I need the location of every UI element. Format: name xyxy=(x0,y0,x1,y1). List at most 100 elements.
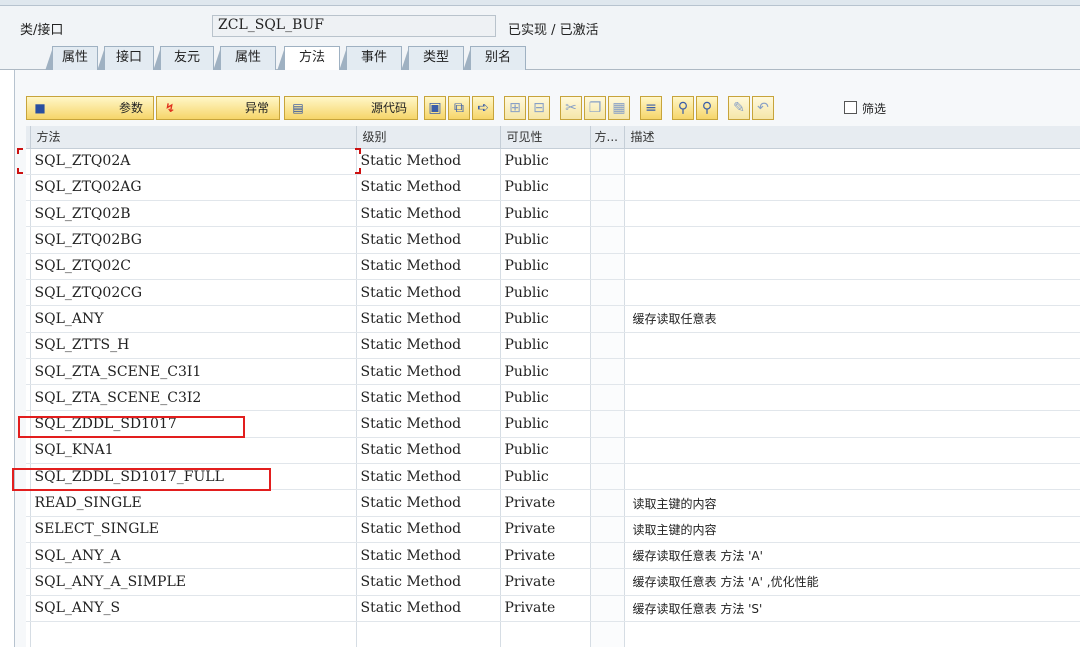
table-row[interactable]: SQL_ANY_A_SIMPLE Static Method Private 缓存读取… xyxy=(26,568,1080,596)
tab-methods[interactable]: 方法 xyxy=(277,46,340,71)
settings-icon[interactable]: ✎ xyxy=(728,96,750,120)
description-cell[interactable]: 缓存读取任意表 xyxy=(624,305,1080,333)
visibility-cell[interactable]: Private xyxy=(500,516,591,543)
source-code-button[interactable]: ▤ 源代码 xyxy=(284,96,418,120)
method-cell[interactable]: SQL_ZTA_SCENE_C3I2 xyxy=(30,384,357,412)
table-row[interactable]: SQL_KNA1 Static Method Public xyxy=(26,437,1080,465)
method-cell[interactable]: SQL_ZTQ02B xyxy=(30,200,357,228)
description-cell[interactable] xyxy=(624,200,1080,228)
method-cell[interactable]: SQL_ZDDL_SD1017 xyxy=(30,410,357,438)
method-cell[interactable]: SQL_ZTQ02A xyxy=(30,148,357,175)
find-next-icon[interactable]: ⚲ xyxy=(696,96,718,120)
level-cell[interactable]: Static Method xyxy=(356,384,501,412)
visibility-cell[interactable]: Public xyxy=(500,410,591,438)
navigate-icon[interactable]: ➪ xyxy=(472,96,494,120)
delete-row-icon[interactable]: ⊟ xyxy=(528,96,550,120)
table-row[interactable]: SQL_ZTQ02BG Static Method Public xyxy=(26,226,1080,254)
class-name-field[interactable]: ZCL_SQL_BUF xyxy=(212,15,496,37)
level-cell[interactable]: Static Method xyxy=(356,595,501,622)
method-cell[interactable]: SQL_ZTQ02BG xyxy=(30,226,357,254)
visibility-cell[interactable]: Private xyxy=(500,542,591,570)
level-cell[interactable]: Static Method xyxy=(356,305,501,333)
description-cell[interactable] xyxy=(624,384,1080,412)
visibility-cell[interactable]: Private xyxy=(500,595,591,622)
filter-checkbox[interactable] xyxy=(844,101,857,114)
description-cell[interactable] xyxy=(624,148,1080,175)
method-cell[interactable]: SQL_ANY_A_SIMPLE xyxy=(30,568,357,596)
method-cell[interactable]: SQL_ZTQ02AG xyxy=(30,174,357,202)
table-row[interactable]: SQL_ANY_S Static Method Private 缓存读取任意表 方法 … xyxy=(26,595,1080,622)
copy-object-icon[interactable]: ⧉ xyxy=(448,96,470,120)
table-row[interactable]: SQL_ZTQ02A Static Method Public xyxy=(26,148,1080,175)
find-icon[interactable]: ⚲ xyxy=(672,96,694,120)
table-row[interactable]: SQL_ZTQ02B Static Method Public xyxy=(26,200,1080,228)
level-cell[interactable]: Static Method xyxy=(356,332,501,359)
insert-row-icon[interactable]: ⊞ xyxy=(504,96,526,120)
visibility-cell[interactable]: Private xyxy=(500,489,591,517)
level-cell[interactable]: Static Method xyxy=(356,542,501,570)
visibility-cell[interactable]: Public xyxy=(500,437,591,465)
method-cell[interactable]: SQL_ZTQ02CG xyxy=(30,279,357,307)
method-cell[interactable]: SQL_ANY xyxy=(30,305,357,333)
method-cell[interactable]: SQL_ANY_S xyxy=(30,595,357,622)
level-cell[interactable]: Static Method xyxy=(356,253,501,280)
description-cell[interactable] xyxy=(624,410,1080,438)
column-header-method[interactable]: 方法 xyxy=(30,126,357,149)
tab-interfaces[interactable]: 接口 xyxy=(97,46,154,71)
undo-icon[interactable]: ↶ xyxy=(752,96,774,120)
visibility-cell[interactable]: Public xyxy=(500,358,591,386)
exceptions-button[interactable]: ↯ 异常 xyxy=(156,96,280,120)
level-cell[interactable]: Static Method xyxy=(356,174,501,202)
method-cell[interactable]: SQL_KNA1 xyxy=(30,437,357,465)
description-cell[interactable] xyxy=(624,358,1080,386)
tab-properties[interactable]: 属性 xyxy=(45,46,98,71)
level-cell[interactable]: Static Method xyxy=(356,568,501,596)
visibility-cell[interactable]: Public xyxy=(500,148,591,175)
description-cell[interactable]: 缓存读取任意表 方法 'A' ,优化性能 xyxy=(624,568,1080,596)
level-cell[interactable]: Static Method xyxy=(356,148,501,175)
level-cell[interactable]: Static Method xyxy=(356,489,501,517)
table-row[interactable]: SQL_ANY_A Static Method Private 缓存读取任意表 方法 … xyxy=(26,542,1080,570)
column-header-visibility[interactable]: 可见性 xyxy=(500,126,591,149)
level-cell[interactable]: Static Method xyxy=(356,516,501,543)
table-row[interactable]: SQL_ZTA_SCENE_C3I2 Static Method Public xyxy=(26,384,1080,412)
copy-icon[interactable]: ❐ xyxy=(584,96,606,120)
table-row[interactable]: SQL_ZTTS_H Static Method Public xyxy=(26,332,1080,359)
method-cell[interactable]: SQL_ZTQ02C xyxy=(30,253,357,280)
method-cell[interactable]: SQL_ZTTS_H xyxy=(30,332,357,359)
description-cell[interactable] xyxy=(624,253,1080,280)
description-cell[interactable]: 缓存读取任意表 方法 'A' xyxy=(624,542,1080,570)
visibility-cell[interactable]: Public xyxy=(500,384,591,412)
table-row[interactable]: SQL_ZTA_SCENE_C3I1 Static Method Public xyxy=(26,358,1080,386)
tab-attributes[interactable]: 属性 xyxy=(213,46,276,71)
level-cell[interactable]: Static Method xyxy=(356,358,501,386)
visibility-cell[interactable]: Private xyxy=(500,568,591,596)
table-row[interactable]: SQL_ZDDL_SD1017 Static Method Public xyxy=(26,410,1080,438)
paste-icon[interactable]: ▦ xyxy=(608,96,630,120)
table-row[interactable]: SQL_ZTQ02C Static Method Public xyxy=(26,253,1080,280)
method-cell[interactable]: SELECT_SINGLE xyxy=(30,516,357,543)
description-cell[interactable] xyxy=(624,226,1080,254)
detail-view-icon[interactable]: ▣ xyxy=(424,96,446,120)
column-header-description[interactable]: 描述 xyxy=(624,126,1080,149)
tab-friends[interactable]: 友元 xyxy=(153,46,214,71)
method-cell[interactable]: SQL_ANY_A xyxy=(30,542,357,570)
visibility-cell[interactable]: Public xyxy=(500,200,591,228)
level-cell[interactable]: Static Method xyxy=(356,463,501,491)
tab-aliases[interactable]: 别名 xyxy=(463,46,526,71)
visibility-cell[interactable]: Public xyxy=(500,332,591,359)
visibility-cell[interactable]: Public xyxy=(500,463,591,491)
visibility-cell[interactable]: Public xyxy=(500,279,591,307)
description-cell[interactable] xyxy=(624,332,1080,359)
method-cell[interactable]: READ_SINGLE xyxy=(30,489,357,517)
method-cell[interactable]: SQL_ZDDL_SD1017_FULL xyxy=(30,463,357,491)
table-row[interactable]: SQL_ZTQ02AG Static Method Public xyxy=(26,174,1080,202)
tab-types[interactable]: 类型 xyxy=(401,46,464,71)
method-cell[interactable]: SQL_ZTA_SCENE_C3I1 xyxy=(30,358,357,386)
description-cell[interactable] xyxy=(624,174,1080,202)
table-row[interactable]: SQL_ANY Static Method Public 缓存读取任意表 xyxy=(26,305,1080,333)
level-cell[interactable]: Static Method xyxy=(356,410,501,438)
description-cell[interactable] xyxy=(624,279,1080,307)
level-cell[interactable]: Static Method xyxy=(356,200,501,228)
visibility-cell[interactable]: Public xyxy=(500,174,591,202)
